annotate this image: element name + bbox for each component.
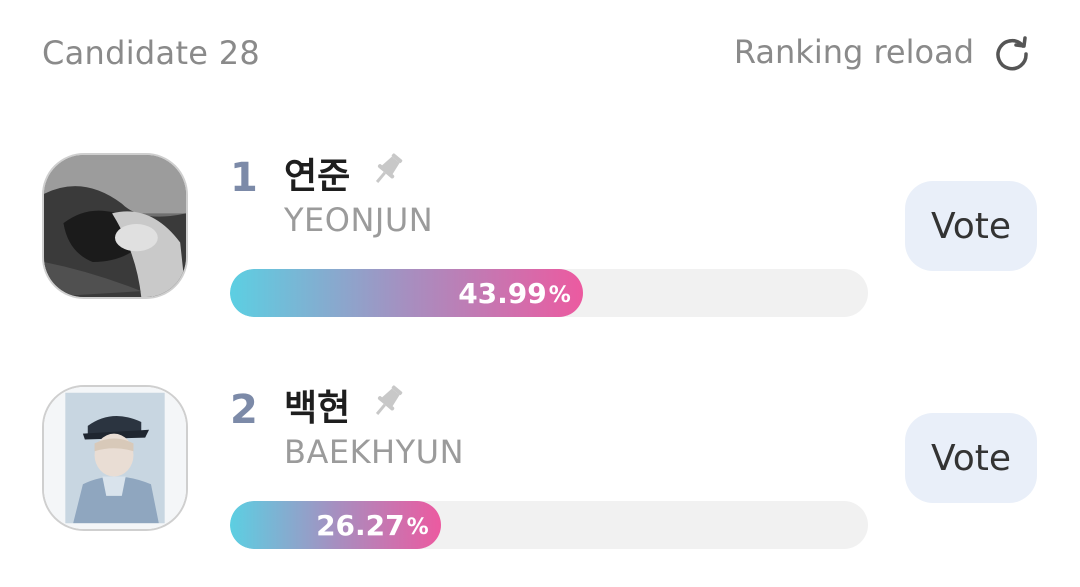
candidate-count: Candidate 28	[42, 34, 261, 72]
vote-percentage-bar: 26.27 %	[230, 501, 868, 549]
rank-number: 1	[230, 155, 258, 201]
candidate-name-english: YEONJUN	[284, 201, 434, 239]
candidate-row: 1 연준 YEONJUN 43.99 % Vote	[0, 145, 1080, 345]
vote-percentage-unit: %	[406, 514, 429, 540]
refresh-icon[interactable]	[992, 32, 1032, 72]
candidate-name-english: BAEKHYUN	[284, 433, 465, 471]
avatar	[42, 385, 188, 531]
pin-icon[interactable]	[368, 381, 408, 421]
vote-percentage-bar: 43.99 %	[230, 269, 868, 317]
vote-percentage-value: 43.99	[458, 276, 547, 310]
rank-number: 2	[230, 387, 258, 433]
candidate-name-korean: 연준	[284, 156, 351, 197]
ranking-reload-label: Ranking reload	[733, 33, 974, 71]
candidate-row: 2 백현 BAEKHYUN 26.27 % Vote	[0, 377, 1080, 577]
header: Candidate 28 Ranking reload	[0, 0, 1080, 110]
vote-percentage-fill: 43.99 %	[230, 269, 583, 317]
vote-percentage-unit: %	[548, 282, 571, 308]
vote-button[interactable]: Vote	[905, 413, 1037, 503]
avatar	[42, 153, 188, 299]
vote-button[interactable]: Vote	[905, 181, 1037, 271]
pin-icon[interactable]	[368, 149, 408, 189]
candidate-name-korean: 백현	[284, 388, 351, 429]
vote-percentage-fill: 26.27 %	[230, 501, 441, 549]
ranking-reload-button[interactable]: Ranking reload	[734, 32, 1032, 72]
vote-percentage-value: 26.27	[316, 508, 405, 542]
